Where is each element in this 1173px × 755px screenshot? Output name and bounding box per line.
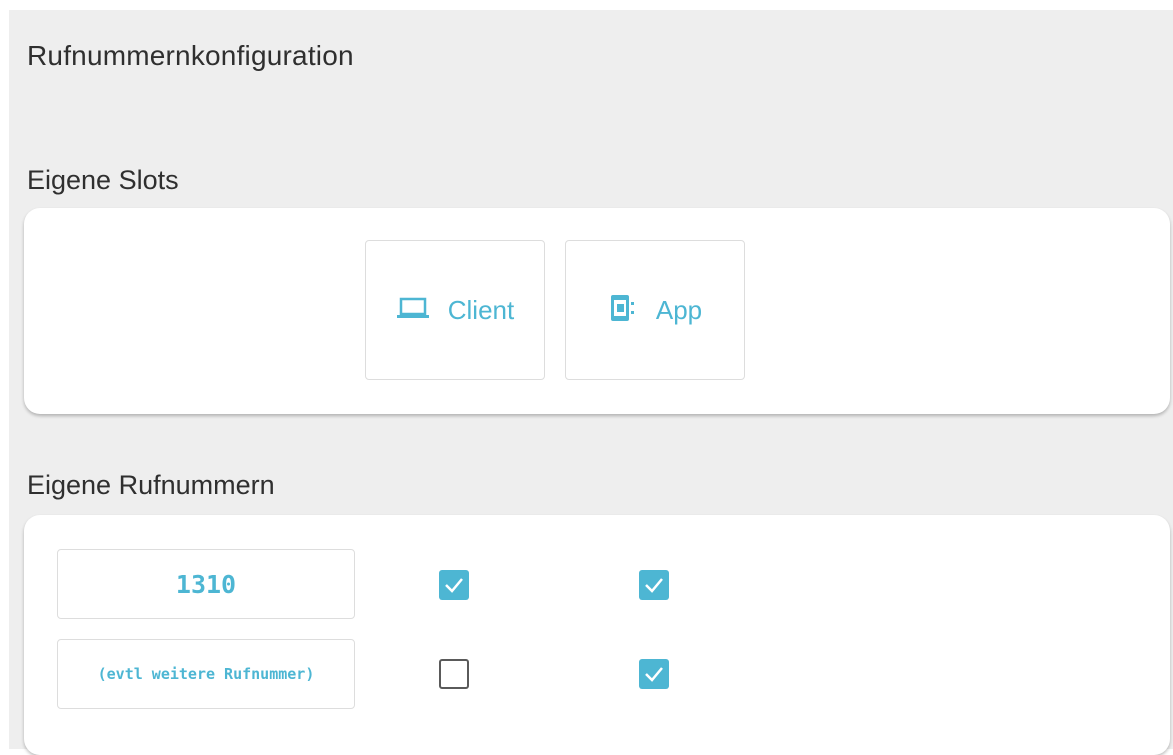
row2-checkbox-a[interactable] xyxy=(439,659,469,689)
number-field-2[interactable]: (evtl weitere Rufnummer) xyxy=(57,639,355,709)
slots-card: Client App xyxy=(24,208,1170,414)
client-slot-label: Client xyxy=(447,294,515,325)
client-slot-button[interactable]: Client xyxy=(365,240,545,380)
numbers-card: 1310 (evtl weitere Rufnummer) xyxy=(24,515,1170,755)
row2-checkbox-b[interactable] xyxy=(639,659,669,689)
app-slot-label: App xyxy=(655,294,703,325)
mobile-app-icon xyxy=(608,293,638,328)
config-panel: Rufnummernkonfiguration Eigene Slots Cli… xyxy=(9,10,1173,755)
row1-checkbox-a[interactable] xyxy=(439,570,469,600)
number-field-1[interactable]: 1310 xyxy=(57,549,355,619)
check-icon xyxy=(445,578,463,593)
check-icon xyxy=(645,667,663,682)
numbers-heading: Eigene Rufnummern xyxy=(27,470,275,500)
page-title: Rufnummernkonfiguration xyxy=(27,40,354,71)
row1-checkbox-b[interactable] xyxy=(639,570,669,600)
laptop-icon xyxy=(396,296,430,325)
app-slot-button[interactable]: App xyxy=(565,240,745,380)
check-icon xyxy=(645,578,663,593)
slots-heading: Eigene Slots xyxy=(27,165,179,195)
